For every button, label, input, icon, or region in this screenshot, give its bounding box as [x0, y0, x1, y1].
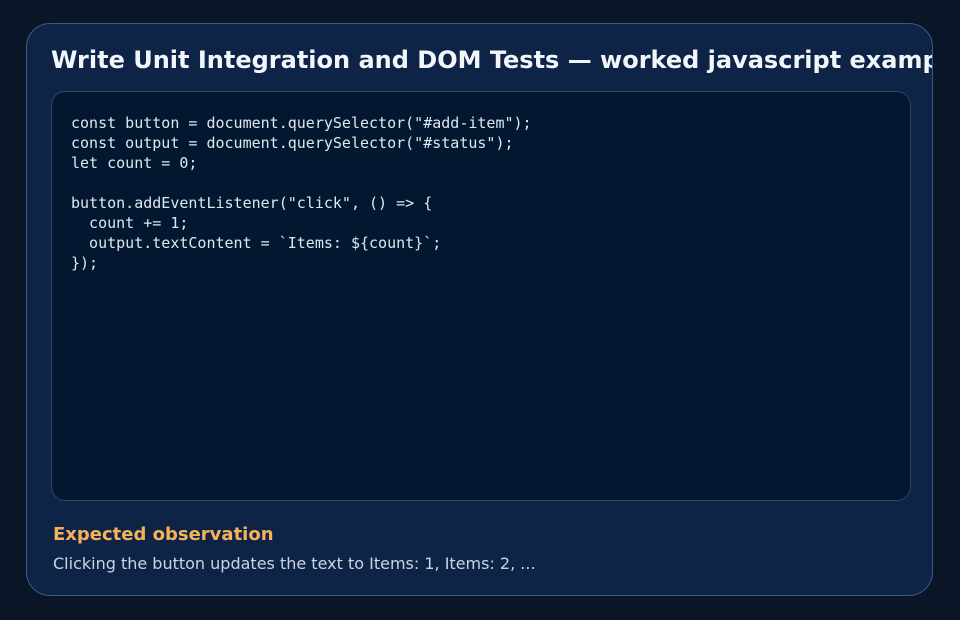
page-title: Write Unit Integration and DOM Tests — w… [51, 46, 933, 74]
code-block[interactable]: const button = document.querySelector("#… [71, 113, 532, 273]
observation-heading: Expected observation [53, 524, 274, 545]
observation-text: Clicking the button updates the text to … [53, 554, 536, 573]
example-card: Write Unit Integration and DOM Tests — w… [26, 23, 933, 596]
code-panel: const button = document.querySelector("#… [51, 91, 911, 501]
